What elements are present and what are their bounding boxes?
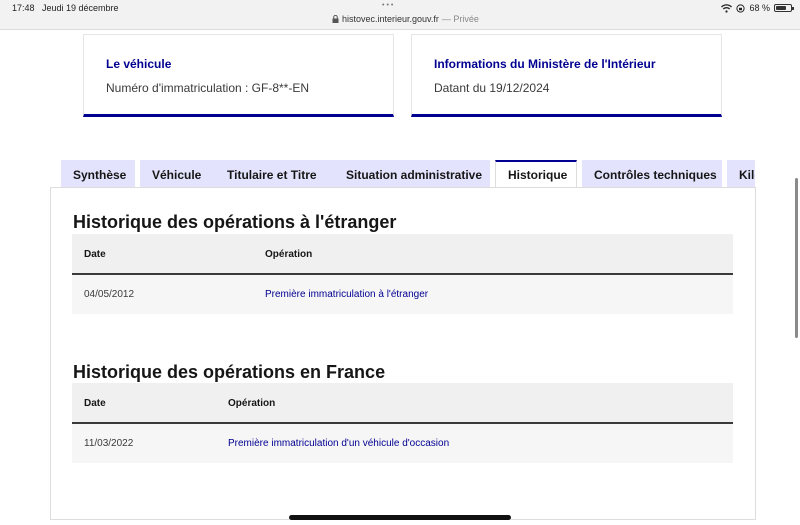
operation-link[interactable]: Première immatriculation d'un véhicule d… xyxy=(228,438,449,449)
vehicle-card: Le véhicule Numéro d'immatriculation : G… xyxy=(83,34,394,117)
vehicle-card-title: Le véhicule xyxy=(106,57,172,71)
tab-bar: Synthèse Véhicule Titulaire et Titre Sit… xyxy=(61,160,755,188)
multitasking-dots[interactable]: ••• xyxy=(382,2,395,9)
row-operation[interactable]: Première immatriculation à l'étranger xyxy=(265,275,428,314)
status-icons: 68 % xyxy=(721,3,794,13)
tab-situation[interactable]: Situation administrative xyxy=(334,160,490,188)
row-operation[interactable]: Première immatriculation d'un véhicule d… xyxy=(228,424,449,463)
tab-controles[interactable]: Contrôles techniques xyxy=(582,160,722,188)
table-header: Date Opération xyxy=(72,383,733,424)
row-date: 04/05/2012 xyxy=(84,289,135,300)
registration-number: Numéro d'immatriculation : GF-8**-EN xyxy=(106,81,310,95)
table-row: 11/03/2022 Première immatriculation d'un… xyxy=(72,424,733,463)
date: Jeudi 19 décembre xyxy=(42,3,119,13)
address-bar[interactable]: histovec.interieur.gouv.fr — Privée xyxy=(332,14,479,24)
lock-icon xyxy=(332,15,339,23)
tab-historique[interactable]: Historique xyxy=(495,160,577,188)
ministry-card-title: Informations du Ministère de l'Intérieur xyxy=(434,57,656,71)
battery-percent: 68 % xyxy=(749,3,770,13)
operation-link[interactable]: Première immatriculation à l'étranger xyxy=(265,289,428,300)
report-date: Datant du 19/12/2024 xyxy=(434,81,550,95)
url-text: histovec.interieur.gouv.fr xyxy=(342,14,439,24)
table-etranger: Date Opération 04/05/2012 Première immat… xyxy=(72,234,733,314)
battery-icon xyxy=(774,4,794,12)
section-title-france: Historique des opérations en France xyxy=(73,362,386,382)
tab-kilometrage[interactable]: Kilo xyxy=(727,160,755,188)
scrollbar[interactable] xyxy=(795,178,798,338)
rotation-lock-icon xyxy=(736,3,746,13)
column-operation: Opération xyxy=(228,398,276,409)
home-indicator[interactable] xyxy=(289,515,511,520)
tab-synthese[interactable]: Synthèse xyxy=(61,160,135,188)
column-date: Date xyxy=(84,249,106,260)
table-header: Date Opération xyxy=(72,234,733,275)
private-label: — Privée xyxy=(441,14,479,24)
column-date: Date xyxy=(84,398,106,409)
table-france: Date Opération 11/03/2022 Première immat… xyxy=(72,383,733,463)
clock: 17:48 xyxy=(12,3,35,13)
row-date: 11/03/2022 xyxy=(84,438,134,449)
status-bar: 17:48 Jeudi 19 décembre ••• histovec.int… xyxy=(0,0,800,30)
table-row: 04/05/2012 Première immatriculation à l'… xyxy=(72,275,733,314)
wifi-icon xyxy=(721,3,733,13)
section-title-etranger: Historique des opérations à l'étranger xyxy=(73,212,397,232)
column-operation: Opération xyxy=(265,249,313,260)
ministry-card: Informations du Ministère de l'Intérieur… xyxy=(411,34,722,117)
